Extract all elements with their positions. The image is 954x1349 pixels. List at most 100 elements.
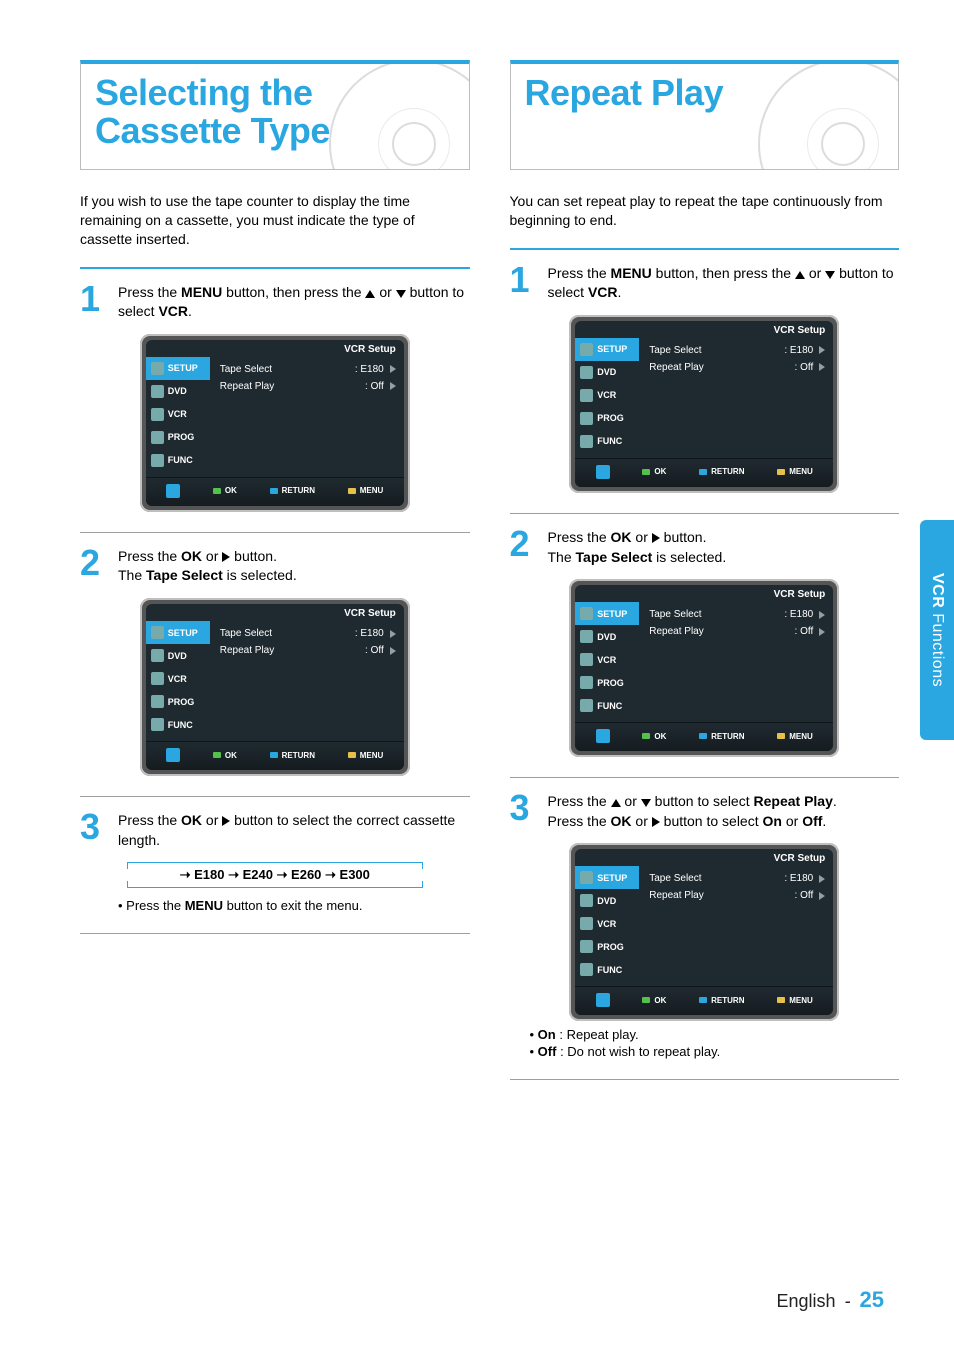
- osd-tab-vcr: VCR: [575, 384, 639, 407]
- osd-tab-prog: PROG: [146, 690, 210, 713]
- t: VCR: [588, 284, 618, 300]
- osd-foot-ok: OK: [213, 486, 237, 495]
- osd-tab-label: PROG: [597, 942, 624, 952]
- key-icon: [642, 733, 650, 739]
- t: OK: [181, 812, 202, 828]
- osd-tab-label: PROG: [168, 432, 195, 442]
- key-icon: [699, 469, 707, 475]
- osd-tab-label: PROG: [597, 678, 624, 688]
- dvd-icon: [580, 894, 593, 907]
- t: OK: [611, 529, 632, 545]
- osd-row-label: Tape Select: [649, 345, 701, 356]
- setup-icon: [151, 362, 164, 375]
- t: On: [763, 813, 782, 829]
- t: VCR: [158, 303, 188, 319]
- right-icon: [819, 611, 825, 619]
- osd-tab-func: FUNC: [146, 449, 210, 472]
- step-number: 1: [510, 262, 536, 303]
- osd-tab-label: SETUP: [597, 873, 627, 883]
- t: • Press the: [118, 898, 185, 913]
- osd-title: VCR Setup: [146, 340, 404, 357]
- t: MENU: [611, 265, 652, 281]
- t: Press the: [548, 813, 611, 829]
- footer-dash: -: [841, 1291, 855, 1311]
- prog-icon: [580, 676, 593, 689]
- left-title-box: Selecting the Cassette Type: [80, 60, 470, 170]
- t: or: [782, 813, 802, 829]
- osd-tab-vcr: VCR: [575, 648, 639, 671]
- divider: [80, 267, 470, 269]
- osd-row-label: Repeat Play: [220, 381, 274, 392]
- setup-icon: [151, 626, 164, 639]
- osd-tab-setup: SETUP: [146, 357, 210, 380]
- osd-title: VCR Setup: [146, 604, 404, 621]
- step-text: Press the MENU button, then press the or…: [118, 281, 470, 322]
- left-step-3: 3 Press the OK or button to select the c…: [80, 809, 470, 850]
- t: button, then press the: [222, 284, 365, 300]
- osd-tab-label: FUNC: [597, 701, 622, 711]
- t: Press the: [118, 284, 181, 300]
- osd-tab-label: FUNC: [597, 965, 622, 975]
- divider: [510, 248, 900, 250]
- right-column: Repeat Play You can set repeat play to r…: [510, 60, 900, 1092]
- t: button, then press the: [652, 265, 795, 281]
- osd-screenshot-3: VCR SetupSETUPDVDVCRPROGFUNCTape Select:…: [510, 315, 900, 493]
- osd-tab-label: SETUP: [597, 344, 627, 354]
- right-step-2: 2 Press the OK or button. The Tape Selec…: [510, 526, 900, 567]
- osd-foot-ok: OK: [213, 751, 237, 760]
- osd-row: Tape Select: E180: [220, 361, 396, 378]
- osd-foot-return: RETURN: [270, 486, 315, 495]
- osd-tab-vcr: VCR: [146, 667, 210, 690]
- down-icon: [641, 799, 651, 807]
- t: Tape Select: [146, 567, 223, 583]
- osd-tab-label: VCR: [597, 919, 616, 929]
- osd-tab-func: FUNC: [575, 958, 639, 981]
- key-icon: [213, 488, 221, 494]
- right-step-3: 3 Press the or button to select Repeat P…: [510, 790, 900, 831]
- vcr-icon: [151, 672, 164, 685]
- t: or: [621, 793, 641, 809]
- osd-tab-func: FUNC: [575, 694, 639, 717]
- osd-row-value: : E180: [784, 873, 825, 884]
- t: •: [530, 1027, 538, 1042]
- t: The: [548, 549, 576, 565]
- key-icon: [270, 752, 278, 758]
- bullet-off: • Off : Do not wish to repeat play.: [530, 1044, 900, 1059]
- osd-tab-dvd: DVD: [575, 889, 639, 912]
- osd-screenshot-2: VCR SetupSETUPDVDVCRPROGFUNCTape Select:…: [80, 598, 470, 776]
- osd-row-value: : Off: [795, 626, 826, 637]
- osd-row-value: : Off: [365, 381, 396, 392]
- divider: [80, 532, 470, 533]
- osd-tab-prog: PROG: [575, 407, 639, 430]
- dpad-icon: [166, 484, 180, 498]
- osd-tab-label: FUNC: [168, 455, 193, 465]
- osd-row: Repeat Play: Off: [649, 359, 825, 376]
- down-icon: [396, 290, 406, 298]
- t: •: [530, 1044, 538, 1059]
- osd-row: Tape Select : E180: [649, 870, 825, 887]
- setup-icon: [580, 607, 593, 620]
- osd-title: VCR Setup: [575, 321, 833, 338]
- left-step-1: 1 Press the MENU button, then press the …: [80, 281, 470, 322]
- osd-row-label: Tape Select: [220, 364, 272, 375]
- osd-row-label: Tape Select: [649, 873, 701, 884]
- t: or: [632, 813, 652, 829]
- up-icon: [611, 799, 621, 807]
- key-icon: [642, 997, 650, 1003]
- osd-tab-label: SETUP: [168, 363, 198, 373]
- dpad-icon: [596, 465, 610, 479]
- right-icon: [819, 892, 825, 900]
- t: button.: [660, 529, 707, 545]
- osd-foot-menu: MENU: [777, 732, 813, 741]
- osd-tab-label: FUNC: [168, 720, 193, 730]
- footer-page-number: 25: [860, 1287, 884, 1312]
- osd-tab-prog: PROG: [146, 426, 210, 449]
- t: On: [538, 1027, 556, 1042]
- osd-tab-label: DVD: [597, 632, 616, 642]
- osd-row-value: : E180: [784, 345, 825, 356]
- right-icon: [819, 875, 825, 883]
- key-icon: [699, 997, 707, 1003]
- right-icon: [819, 346, 825, 354]
- osd-title: VCR Setup: [575, 585, 833, 602]
- vcr-icon: [151, 408, 164, 421]
